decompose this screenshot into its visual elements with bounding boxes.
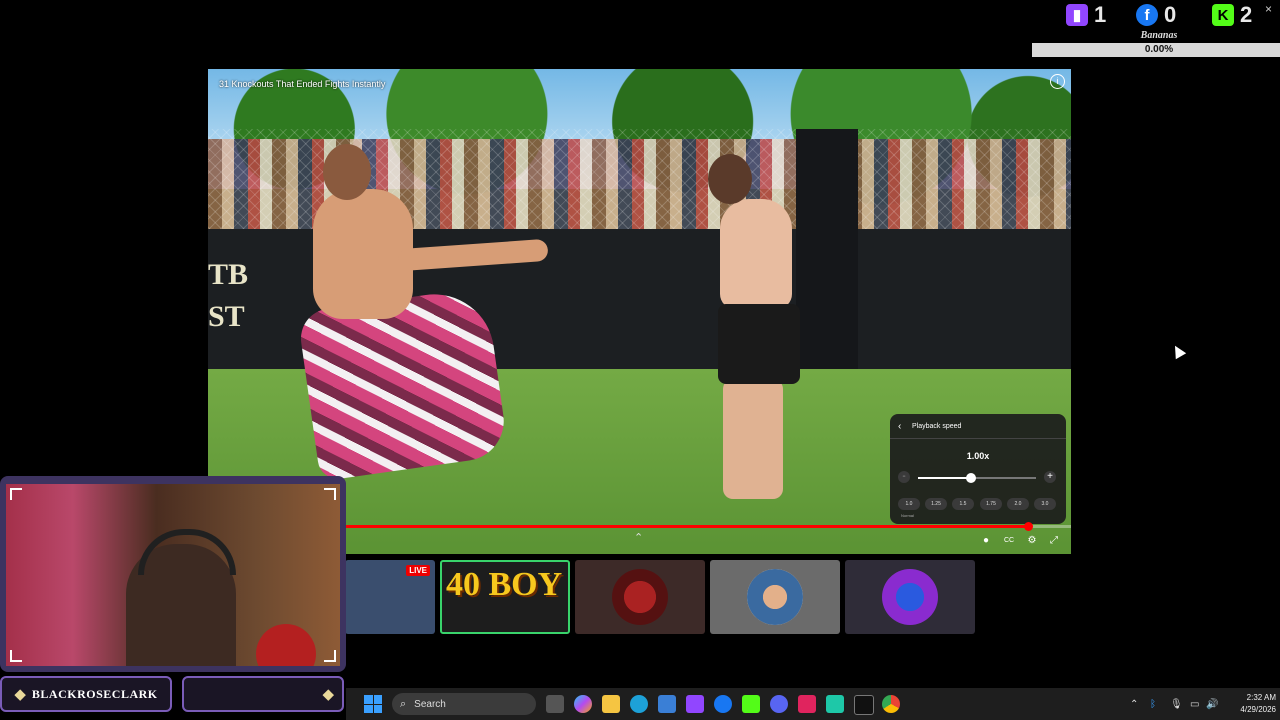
speed-preset-1-25[interactable]: 1.25 — [925, 498, 947, 510]
copilot-icon[interactable] — [574, 695, 592, 713]
speed-preset-1-75[interactable]: 1.75 — [980, 498, 1002, 510]
headset-icon — [138, 529, 236, 575]
system-tray: ⌃ ᛒ 🎙 ▭ 🔊 2:32 AM 4/29/2026 — [1126, 688, 1280, 720]
speed-increase-button[interactable]: + — [1044, 471, 1056, 483]
windows-taskbar: ⌕ Search ⌃ ᛒ 🎙 ▭ 🔊 2:32 AM 4/29/2026 — [346, 688, 1280, 720]
twitch-count: 1 — [1094, 2, 1107, 27]
diamond-icon: ◆ — [322, 686, 334, 703]
store-icon[interactable] — [658, 695, 676, 713]
kick-count: 2 — [1240, 2, 1253, 27]
speed-preset-1-5[interactable]: 1.5 — [952, 498, 974, 510]
search-icon: ⌕ — [400, 697, 407, 710]
frame-corner — [324, 488, 336, 500]
captions-icon[interactable]: CC — [1003, 535, 1015, 547]
wall-banner-text: TB ST — [208, 254, 248, 338]
channel-avatar — [612, 569, 668, 625]
chevron-up-icon[interactable]: ⌃ — [634, 531, 643, 544]
goal-name: Bananas — [1140, 30, 1178, 41]
info-icon[interactable]: i — [1050, 74, 1065, 89]
kick-icon[interactable] — [742, 695, 760, 713]
speed-preset-3-0[interactable]: 3.0 — [1034, 498, 1056, 510]
goal-progress-bar: 0.00% — [1032, 43, 1280, 57]
twitch-icon: ▮ — [1066, 4, 1088, 26]
diamond-icon: ◆ — [14, 686, 26, 703]
microphone-icon[interactable]: 🎙 — [1170, 699, 1183, 710]
twitch-icon[interactable] — [686, 695, 704, 713]
task-view-icon[interactable] — [546, 695, 564, 713]
fighter-right-body — [720, 199, 792, 309]
video-progress-handle[interactable] — [1023, 522, 1033, 531]
chevron-up-icon[interactable]: ⌃ — [1130, 699, 1138, 710]
frame-corner — [10, 488, 22, 500]
display-icon[interactable]: ▭ — [1190, 699, 1199, 710]
settings-gear-icon[interactable]: ⚙ — [1026, 535, 1038, 547]
webcam-chair — [256, 624, 316, 666]
speed-preset-1-0[interactable]: 1.0 — [898, 498, 920, 510]
facebook-icon[interactable] — [714, 695, 732, 713]
bluetooth-icon[interactable]: ᛒ — [1150, 699, 1156, 710]
streamer-name: BLACKROSECLARK — [31, 686, 158, 701]
recommendation-thumbnail-channel-avatar[interactable] — [710, 560, 840, 634]
speed-decrease-button[interactable]: - — [898, 471, 910, 483]
twitch-counter: ▮ 1 — [1066, 2, 1106, 28]
file-explorer-icon[interactable] — [602, 695, 620, 713]
streamer-plate-right: ◆ — [182, 676, 344, 712]
speed-preset-2-0[interactable]: 2.0 — [1007, 498, 1029, 510]
fighter-right-head — [708, 154, 752, 204]
playback-speed-title: Playback speed — [912, 423, 962, 430]
app-teal-icon[interactable] — [826, 695, 844, 713]
app-red-icon[interactable] — [798, 695, 816, 713]
facebook-counter: f 0 — [1136, 2, 1176, 28]
volume-icon[interactable]: 🔊 — [1206, 699, 1218, 710]
edge-browser-icon[interactable] — [630, 695, 648, 713]
channel-avatar — [882, 569, 938, 625]
scene-post — [796, 129, 858, 409]
autoplay-toggle-icon[interactable]: ● — [980, 535, 992, 547]
playback-speed-panel: ‹ Playback speed 1.00x - + 1.0 1.25 1.5 … — [890, 414, 1066, 524]
tiktok-studio-icon[interactable] — [854, 695, 874, 715]
mouse-cursor-icon — [1169, 342, 1187, 360]
speed-slider[interactable] — [918, 473, 1036, 483]
discord-icon[interactable] — [770, 695, 788, 713]
kick-icon: K — [1212, 4, 1234, 26]
kick-counter: K 2 — [1212, 2, 1252, 28]
channel-avatar — [747, 569, 803, 625]
wall-banner-line-1: TB — [208, 258, 249, 291]
wall-banner-line-2: ST — [208, 300, 245, 333]
fighter-right-shorts — [718, 304, 800, 384]
clock-time[interactable]: 2:32 AM — [1232, 693, 1276, 702]
facebook-icon: f — [1136, 4, 1158, 26]
frame-corner — [10, 650, 22, 662]
clock-date[interactable]: 4/29/2026 — [1222, 705, 1276, 714]
fighter-left-body — [313, 189, 413, 319]
close-icon[interactable]: × — [1265, 2, 1272, 16]
current-speed-value: 1.00x — [966, 451, 990, 461]
fighter-left-head — [323, 144, 371, 200]
fullscreen-icon[interactable]: ⤢ — [1048, 535, 1060, 547]
speed-slider-fill — [918, 477, 972, 479]
video-title[interactable]: 31 Knockouts That Ended Fights Instantly — [219, 79, 385, 89]
fighter-right-legs — [723, 379, 783, 499]
divider — [890, 438, 1066, 439]
webcam-feed — [6, 484, 340, 666]
recommendation-thumbnail-channel-avatar[interactable] — [575, 560, 705, 634]
taskbar-search-box[interactable]: ⌕ Search — [392, 693, 536, 715]
live-badge: LIVE — [406, 565, 430, 576]
streamer-name-plate: ◆ BLACKROSECLARK — [0, 676, 172, 712]
recommendation-thumbnail-channel-avatar[interactable] — [845, 560, 975, 634]
back-chevron-icon[interactable]: ‹ — [898, 421, 901, 432]
recommendation-thumbnail-live[interactable]: LIVE — [345, 560, 435, 634]
chrome-icon[interactable] — [882, 695, 900, 713]
windows-start-icon[interactable] — [364, 695, 382, 713]
facebook-count: 0 — [1164, 2, 1177, 27]
frame-corner — [324, 650, 336, 662]
thumbnail-art-text: 40 BOY — [446, 566, 563, 603]
normal-speed-label: Normal — [901, 513, 914, 518]
speed-slider-handle[interactable] — [966, 473, 977, 483]
recommendation-thumbnail-40-boy[interactable]: 40 BOY — [440, 560, 570, 634]
search-placeholder: Search — [414, 698, 446, 710]
